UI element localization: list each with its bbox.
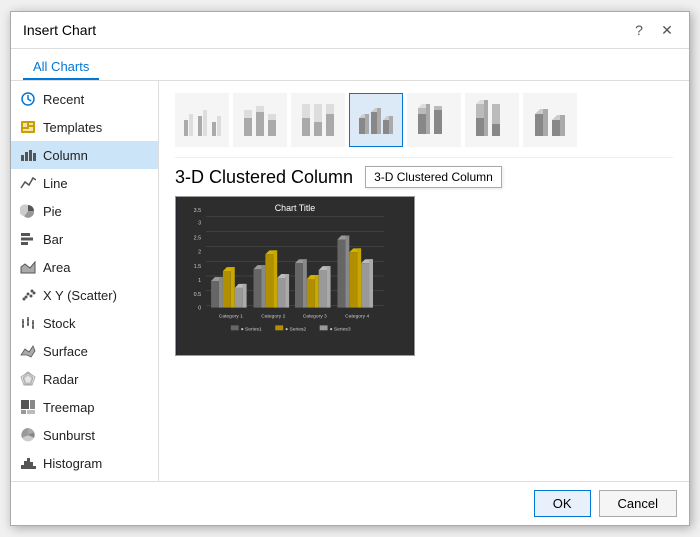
stock-icon (19, 314, 37, 332)
chart-type-100-stacked-column[interactable] (291, 93, 345, 147)
chart-type-3d-clustered-column[interactable] (349, 93, 403, 147)
sidebar-label-surface: Surface (43, 344, 88, 359)
svg-text:2.5: 2.5 (194, 235, 202, 241)
scatter-icon (19, 286, 37, 304)
svg-text:● Series3: ● Series3 (330, 326, 351, 332)
sidebar-label-radar: Radar (43, 372, 78, 387)
svg-text:3.5: 3.5 (194, 208, 202, 214)
surface-icon (19, 342, 37, 360)
sidebar-label-stock: Stock (43, 316, 76, 331)
sidebar-label-histogram: Histogram (43, 456, 102, 471)
sidebar-label-treemap: Treemap (43, 400, 95, 415)
content-area: Recent Templates Column Li (11, 81, 689, 481)
sidebar-label-xy-scatter: X Y (Scatter) (43, 288, 117, 303)
sidebar-item-stock[interactable]: Stock (11, 309, 158, 337)
sidebar-label-area: Area (43, 260, 70, 275)
svg-text:Category 2: Category 2 (261, 313, 285, 319)
chart-preview: Chart Title 0 0.5 1 1.5 2 2.5 3 (175, 196, 415, 356)
svg-text:1: 1 (198, 278, 201, 284)
column-icon (19, 146, 37, 164)
insert-chart-dialog: Insert Chart ? ✕ All Charts Recent (10, 11, 690, 526)
sidebar-label-line: Line (43, 176, 68, 191)
title-bar-actions: ? ✕ (629, 20, 677, 40)
sidebar-item-treemap[interactable]: Treemap (11, 393, 158, 421)
sunburst-icon (19, 426, 37, 444)
sidebar-label-recent: Recent (43, 92, 84, 107)
tab-all-charts[interactable]: All Charts (23, 55, 99, 80)
svg-text:1.5: 1.5 (194, 264, 202, 270)
ok-button[interactable]: OK (534, 490, 591, 517)
sidebar-item-surface[interactable]: Surface (11, 337, 158, 365)
chart-type-clustered-column[interactable] (175, 93, 229, 147)
recent-icon (19, 90, 37, 108)
chart-type-3d-100-stacked-column[interactable] (465, 93, 519, 147)
sidebar-item-bar[interactable]: Bar (11, 225, 158, 253)
sidebar-item-sunburst[interactable]: Sunburst (11, 421, 158, 449)
chart-title-row: 3-D Clustered Column 3-D Clustered Colum… (175, 166, 673, 188)
templates-icon (19, 118, 37, 136)
sidebar-item-area[interactable]: Area (11, 253, 158, 281)
bar-icon (19, 230, 37, 248)
sidebar-item-radar[interactable]: Radar (11, 365, 158, 393)
tabs-row: All Charts (11, 49, 689, 81)
histogram-icon (19, 454, 37, 472)
dialog-title: Insert Chart (23, 22, 96, 38)
sidebar-item-templates[interactable]: Templates (11, 113, 158, 141)
svg-text:3: 3 (198, 221, 201, 227)
chart-tooltip: 3-D Clustered Column (365, 166, 502, 188)
sidebar-label-pie: Pie (43, 204, 62, 219)
footer: OK Cancel (11, 481, 689, 525)
line-icon (19, 174, 37, 192)
sidebar-item-recent[interactable]: Recent (11, 85, 158, 113)
chart-type-3d-column[interactable] (523, 93, 577, 147)
cancel-button[interactable]: Cancel (599, 490, 677, 517)
close-button[interactable]: ✕ (657, 20, 677, 40)
svg-text:Category 3: Category 3 (303, 313, 327, 319)
radar-icon (19, 370, 37, 388)
chart-type-3d-stacked-column[interactable] (407, 93, 461, 147)
chart-type-icons (175, 93, 673, 158)
sidebar-item-column[interactable]: Column (11, 141, 158, 169)
sidebar-item-xy-scatter[interactable]: X Y (Scatter) (11, 281, 158, 309)
sidebar-label-sunburst: Sunburst (43, 428, 95, 443)
svg-text:Chart Title: Chart Title (275, 203, 316, 213)
sidebar-label-bar: Bar (43, 232, 63, 247)
svg-text:● Series1: ● Series1 (241, 326, 262, 332)
chart-type-stacked-column[interactable] (233, 93, 287, 147)
svg-text:● Series2: ● Series2 (285, 326, 306, 332)
sidebar-item-line[interactable]: Line (11, 169, 158, 197)
area-icon (19, 258, 37, 276)
title-bar: Insert Chart ? ✕ (11, 12, 689, 49)
help-button[interactable]: ? (629, 20, 649, 40)
svg-text:0: 0 (198, 306, 201, 312)
svg-text:2: 2 (198, 249, 201, 255)
selected-chart-name: 3-D Clustered Column (175, 167, 353, 188)
svg-text:Category 1: Category 1 (219, 313, 243, 319)
sidebar-label-templates: Templates (43, 120, 102, 135)
pie-icon (19, 202, 37, 220)
sidebar: Recent Templates Column Li (11, 81, 159, 481)
sidebar-label-column: Column (43, 148, 88, 163)
svg-text:Category 4: Category 4 (345, 313, 369, 319)
sidebar-item-pie[interactable]: Pie (11, 197, 158, 225)
main-panel: 3-D Clustered Column 3-D Clustered Colum… (159, 81, 689, 481)
sidebar-item-histogram[interactable]: Histogram (11, 449, 158, 477)
svg-text:0.5: 0.5 (194, 292, 202, 298)
treemap-icon (19, 398, 37, 416)
